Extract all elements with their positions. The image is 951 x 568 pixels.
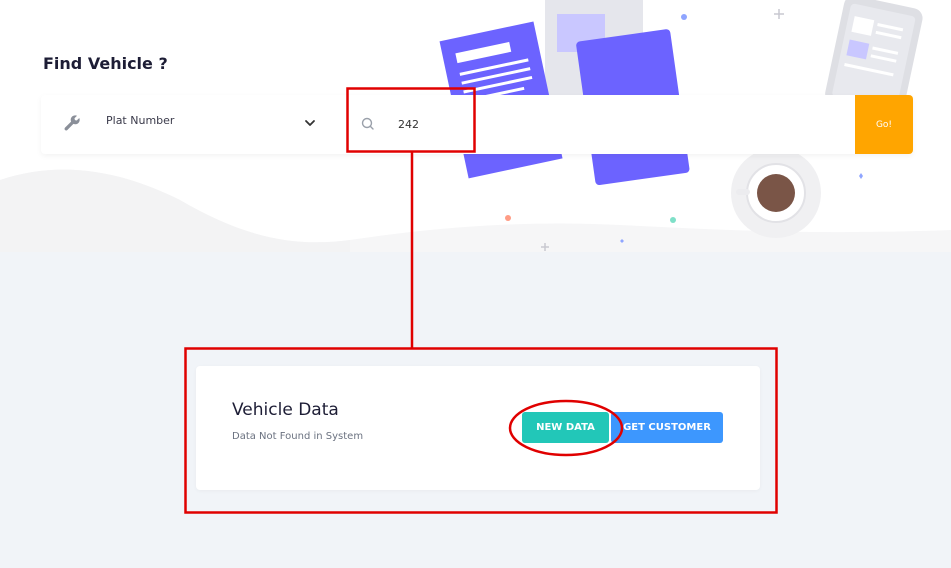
page-title: Find Vehicle ? — [43, 54, 168, 73]
vehicle-data-card: Vehicle Data Data Not Found in System NE… — [196, 366, 760, 490]
plate-search-input[interactable] — [391, 109, 641, 139]
get-customer-button[interactable]: GET CUSTOMER — [611, 412, 723, 443]
search-icon — [361, 117, 374, 130]
card-title: Vehicle Data — [232, 400, 339, 420]
search-type-label: Plat Number — [106, 114, 175, 127]
wrench-icon — [64, 115, 80, 131]
go-button[interactable]: Go! — [855, 95, 913, 154]
new-data-button[interactable]: NEW DATA — [522, 412, 609, 443]
search-type-select[interactable]: Plat Number — [41, 95, 341, 154]
vehicle-search-bar: Plat Number Go! — [41, 95, 913, 154]
chevron-down-icon[interactable] — [303, 116, 317, 130]
not-found-message: Data Not Found in System — [232, 431, 364, 442]
